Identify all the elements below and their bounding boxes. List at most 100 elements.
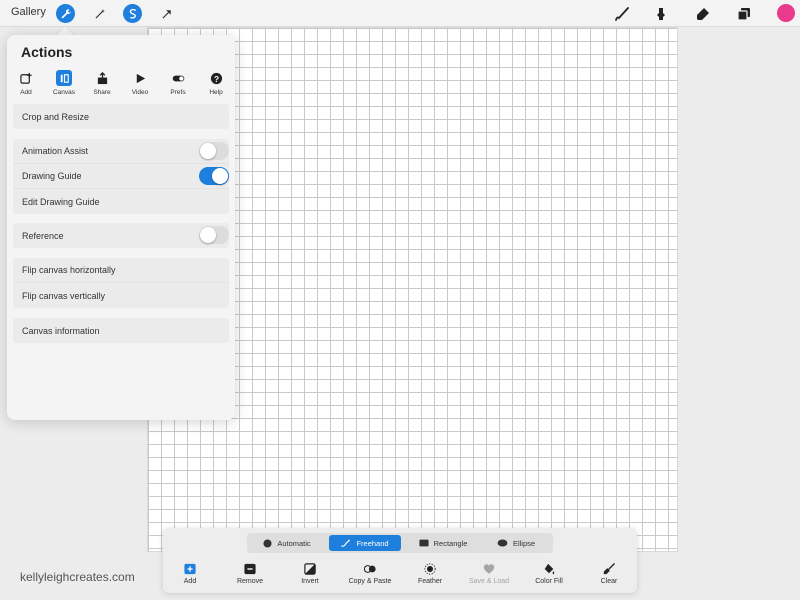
selection-mode-control: Automatic Freehand Rectangle Ellipse	[247, 533, 553, 553]
copy-paste-icon	[363, 562, 377, 575]
clear-button[interactable]: Clear	[579, 562, 639, 585]
drawing-guide-item: Drawing Guide	[13, 164, 229, 189]
tab-prefs-label: Prefs	[170, 89, 186, 96]
mode-automatic[interactable]: Automatic	[251, 535, 323, 551]
automatic-icon	[263, 538, 272, 548]
copy-paste-button[interactable]: Copy & Paste	[340, 562, 400, 585]
flip-group: Flip canvas horizontally Flip canvas ver…	[13, 258, 229, 308]
flip-vertical-item[interactable]: Flip canvas vertically	[13, 283, 229, 308]
add-selection-button[interactable]: Add	[160, 562, 220, 585]
add-icon	[183, 562, 197, 575]
tab-canvas-label: Canvas	[52, 89, 76, 96]
mode-rectangle-label: Rectangle	[433, 538, 468, 548]
app-window: Gallery Actions Add Canvas Share Video P…	[0, 0, 800, 600]
tab-video-label: Video	[131, 89, 149, 96]
gallery-button[interactable]: Gallery	[11, 6, 46, 18]
heart-icon	[482, 562, 496, 575]
invert-icon	[303, 562, 317, 575]
toggle-knob	[200, 227, 216, 243]
tab-add[interactable]: Add	[7, 69, 45, 107]
layers-icon[interactable]	[734, 4, 754, 24]
actions-title: Actions	[21, 44, 73, 60]
remove-selection-button[interactable]: Remove	[220, 562, 280, 585]
tab-help-label: Help	[209, 89, 223, 96]
tab-help[interactable]: ? Help	[197, 69, 235, 107]
color-fill-label: Color Fill	[535, 578, 563, 585]
add-icon	[18, 70, 34, 86]
flip-horizontal-item[interactable]: Flip canvas horizontally	[13, 258, 229, 283]
mode-rectangle[interactable]: Rectangle	[407, 535, 479, 551]
color-picker-button[interactable]	[777, 4, 795, 22]
wrench-icon[interactable]	[56, 4, 75, 23]
flip-vertical-label: Flip canvas vertically	[22, 290, 106, 301]
tab-share-label: Share	[93, 89, 111, 96]
animation-assist-toggle[interactable]	[199, 142, 229, 160]
edit-drawing-guide-item[interactable]: Edit Drawing Guide	[13, 189, 229, 214]
freehand-icon	[341, 539, 351, 548]
reference-group: Reference	[13, 223, 229, 248]
tab-share[interactable]: Share	[83, 69, 121, 107]
toggle-icon	[170, 70, 186, 86]
play-icon	[132, 70, 148, 86]
tab-prefs[interactable]: Prefs	[159, 69, 197, 107]
mode-ellipse[interactable]: Ellipse	[483, 535, 549, 551]
tab-add-label: Add	[20, 89, 32, 96]
share-icon	[94, 70, 110, 86]
invert-label: Invert	[301, 578, 319, 585]
reference-toggle[interactable]	[199, 226, 229, 244]
invert-selection-button[interactable]: Invert	[280, 562, 340, 585]
ellipse-icon	[497, 539, 508, 547]
save-load-label: Save & Load	[468, 578, 510, 585]
reference-item: Reference	[13, 223, 229, 248]
svg-text:?: ?	[213, 73, 218, 83]
crop-group: Crop and Resize	[13, 104, 229, 129]
remove-label: Remove	[236, 578, 264, 585]
tab-canvas[interactable]: Canvas	[45, 69, 83, 107]
animation-assist-item: Animation Assist	[13, 139, 229, 164]
mode-automatic-label: Automatic	[277, 538, 311, 548]
actions-tabs: Add Canvas Share Video Prefs ? Help	[7, 69, 235, 107]
canvas-information-label: Canvas information	[22, 325, 100, 336]
tab-video[interactable]: Video	[121, 69, 159, 107]
watermark-text: kellyleighcreates.com	[20, 570, 135, 584]
brush-icon[interactable]	[612, 4, 632, 24]
mode-freehand-label: Freehand	[356, 538, 389, 548]
clear-icon	[602, 562, 616, 575]
guides-group: Animation Assist Drawing Guide Edit Draw…	[13, 139, 229, 214]
color-fill-icon	[542, 562, 556, 575]
crop-and-resize-label: Crop and Resize	[22, 111, 90, 122]
selection-toolbar: Automatic Freehand Rectangle Ellipse Add…	[163, 528, 637, 593]
drawing-guide-toggle[interactable]	[199, 167, 229, 185]
drawing-guide-label: Drawing Guide	[22, 171, 82, 181]
copy-paste-label: Copy & Paste	[348, 578, 392, 585]
eraser-icon[interactable]	[693, 4, 713, 24]
toggle-knob	[212, 168, 228, 184]
actions-panel: Actions Add Canvas Share Video Prefs ? H…	[7, 35, 235, 420]
top-toolbar: Gallery	[0, 0, 800, 27]
edit-drawing-guide-label: Edit Drawing Guide	[22, 196, 100, 207]
add-label: Add	[183, 578, 197, 585]
toggle-knob	[200, 143, 216, 159]
info-group: Canvas information	[13, 318, 229, 343]
magic-wand-icon[interactable]	[90, 4, 109, 23]
mode-freehand[interactable]: Freehand	[329, 535, 401, 551]
animation-assist-label: Animation Assist	[22, 146, 89, 156]
transform-arrow-icon[interactable]	[157, 4, 176, 23]
flip-horizontal-label: Flip canvas horizontally	[22, 265, 116, 275]
feather-label: Feather	[417, 578, 443, 585]
canvas-icon	[56, 70, 72, 86]
clear-label: Clear	[600, 578, 618, 585]
mode-ellipse-label: Ellipse	[512, 538, 536, 548]
crop-and-resize-item[interactable]: Crop and Resize	[13, 104, 229, 129]
rectangle-icon	[419, 539, 429, 547]
reference-label: Reference	[22, 230, 64, 241]
help-icon: ?	[208, 70, 224, 86]
selection-icon[interactable]	[123, 4, 142, 23]
smudge-icon[interactable]	[651, 4, 671, 24]
remove-icon	[243, 562, 257, 575]
save-load-button[interactable]: Save & Load	[459, 562, 519, 585]
color-fill-button[interactable]: Color Fill	[519, 562, 579, 585]
canvas-information-item[interactable]: Canvas information	[13, 318, 229, 343]
feather-icon	[423, 562, 437, 575]
feather-button[interactable]: Feather	[400, 562, 460, 585]
